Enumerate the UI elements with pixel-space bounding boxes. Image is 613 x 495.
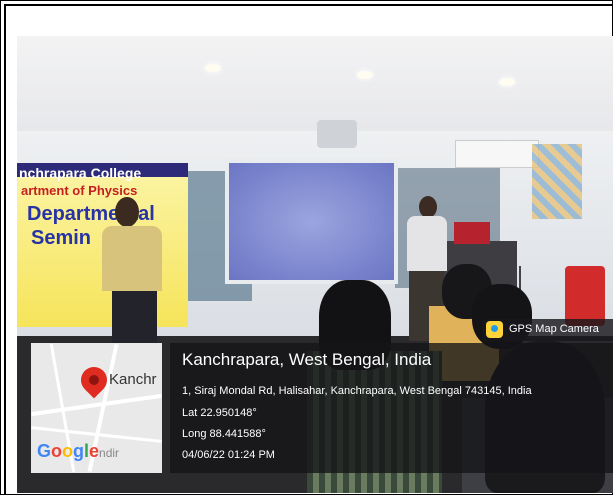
google-logo: Googlendir [37,441,120,461]
map-road [31,393,162,417]
location-address: 1, Siraj Mondal Rd, Halisahar, Kanchrapa… [182,385,532,397]
projector [317,120,357,148]
gps-map-camera-icon [486,321,503,338]
red-chair [565,266,605,326]
banner-college: nchrapara College [19,165,142,181]
laptop [454,222,490,244]
wall-collage [532,144,582,219]
seminar-photo: nchrapara College artment of Physics Dep… [17,36,613,493]
location-longitude: Long 88.441588° [182,428,266,440]
gps-app-name: GPS Map Camera [509,323,599,335]
map-thumbnail: Kanchr Googlendir [31,343,162,473]
banner-department: artment of Physics [21,183,138,198]
ceiling-light [499,78,515,86]
speaker-body [102,226,162,291]
air-conditioner [455,140,539,168]
ceiling [17,36,613,136]
ceiling-light [205,64,221,72]
banner-title-2: Semin [31,227,92,249]
speaker-head [115,197,139,227]
smart-board [225,159,398,284]
presenter-head [419,196,437,218]
map-logo-suffix: ndir [99,446,120,460]
gps-map-camera-tag: GPS Map Camera [482,319,613,341]
location-info-box: Kanchrapara, West Bengal, India 1, Siraj… [170,343,613,473]
location-title: Kanchrapara, West Bengal, India [182,350,432,369]
map-place-label: Kanchr [109,371,157,388]
location-latitude: Lat 22.950148° [182,407,257,419]
presenter-body [407,216,447,271]
ceiling-light [357,71,373,79]
location-datetime: 04/06/22 01:24 PM [182,449,275,461]
